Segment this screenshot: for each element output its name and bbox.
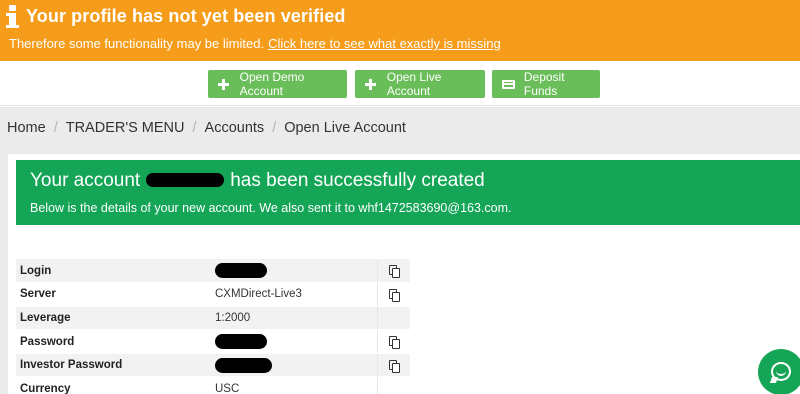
investor-password-value <box>212 353 377 378</box>
missing-info-link[interactable]: Click here to see what exactly is missin… <box>268 36 501 51</box>
password-value <box>212 329 377 354</box>
credit-card-icon <box>502 79 515 89</box>
login-label: Login <box>16 259 212 284</box>
banner-subtitle: Therefore some functionality may be limi… <box>9 36 501 51</box>
table-row: Server CXMDirect-Live3 <box>16 282 410 307</box>
success-heading: Your account has been successfully create… <box>30 170 485 192</box>
banner-text: Therefore some functionality may be limi… <box>9 36 265 51</box>
currency-label: Currency <box>16 376 212 394</box>
verification-banner: Your profile has not yet been verified T… <box>0 0 800 61</box>
account-panel: Your account has been successfully create… <box>8 154 800 394</box>
copy-icon[interactable] <box>388 336 400 350</box>
empty-cell <box>376 376 410 394</box>
breadcrumb-separator: / <box>272 120 277 136</box>
table-row: Login <box>16 259 410 284</box>
password-label: Password <box>16 329 212 354</box>
success-heading-end: has been successfully created <box>230 170 485 191</box>
open-demo-account-label: Open Demo Account <box>239 70 305 98</box>
redacted-investor-password <box>215 357 272 373</box>
deposit-funds-button[interactable]: Deposit Funds <box>492 70 600 98</box>
open-live-account-label: Open Live Account <box>386 70 442 98</box>
breadcrumb-current: Open Live Account <box>284 120 406 136</box>
breadcrumb-home[interactable]: Home <box>7 120 46 136</box>
chat-button[interactable] <box>758 349 800 394</box>
table-row: Leverage 1:2000 <box>16 306 410 331</box>
breadcrumb: Home / TRADER'S MENU / Accounts / Open L… <box>7 120 406 136</box>
content-area: Home / TRADER'S MENU / Accounts / Open L… <box>0 107 800 394</box>
empty-cell <box>376 306 410 331</box>
success-heading-start: Your account <box>30 170 141 191</box>
breadcrumb-separator: / <box>192 120 197 136</box>
investor-password-label: Investor Password <box>16 353 212 378</box>
table-row: Investor Password <box>16 353 410 378</box>
open-live-account-button[interactable]: Open Live Account <box>355 70 485 98</box>
server-label: Server <box>16 282 212 307</box>
redacted-account-number <box>146 172 225 187</box>
plus-icon <box>218 78 229 90</box>
leverage-label: Leverage <box>16 306 212 331</box>
table-row: Password <box>16 329 410 354</box>
login-value <box>212 259 377 284</box>
table-row: Currency USC <box>16 376 410 394</box>
copy-icon[interactable] <box>388 359 400 373</box>
banner-title: Your profile has not yet been verified <box>26 6 346 26</box>
breadcrumb-traders-menu[interactable]: TRADER'S MENU <box>66 120 185 136</box>
success-alert: Your account has been successfully create… <box>16 160 800 225</box>
currency-value: USC <box>212 376 377 394</box>
breadcrumb-separator: / <box>53 120 58 136</box>
info-icon <box>6 5 20 29</box>
breadcrumb-accounts[interactable]: Accounts <box>205 120 265 136</box>
plus-icon <box>365 78 376 90</box>
account-details-table: Login Server CXMDirect-Live3 Leverage 1:… <box>16 259 410 394</box>
copy-icon[interactable] <box>388 288 400 302</box>
copy-icon[interactable] <box>388 265 400 279</box>
open-demo-account-button[interactable]: Open Demo Account <box>208 70 347 98</box>
redacted-login <box>215 263 267 279</box>
deposit-funds-label: Deposit Funds <box>523 70 565 98</box>
redacted-password <box>215 334 267 350</box>
success-details-text: Below is the details of your new account… <box>30 201 512 215</box>
server-value: CXMDirect-Live3 <box>212 282 377 307</box>
leverage-value: 1:2000 <box>212 306 377 331</box>
action-bar: Open Demo Account Open Live Account Depo… <box>0 61 800 106</box>
